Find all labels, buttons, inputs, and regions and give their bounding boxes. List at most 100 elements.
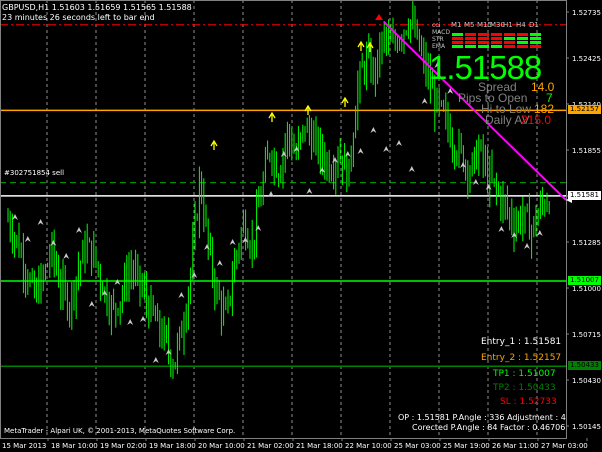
time-tick-label: 25 Mar 03:00 — [394, 442, 441, 450]
fractal-arrow-icon — [485, 184, 492, 190]
fractal-arrow-icon — [152, 357, 159, 363]
time-tick-label: 22 Mar 10:00 — [345, 442, 392, 450]
level-price-label: 1.51581 — [568, 190, 601, 200]
indicator-cell — [517, 33, 528, 36]
indicator-cell — [452, 41, 463, 44]
indicator-cell — [491, 33, 502, 36]
fractal-arrow-icon — [114, 279, 121, 285]
time-tick-label: 27 Mar 03:00 — [541, 442, 588, 450]
indicator-cell — [504, 41, 515, 44]
price-tick-label: 1.52425 — [572, 55, 601, 63]
fractal-arrow-icon — [280, 151, 287, 157]
tick-up-marker — [375, 14, 383, 20]
indicator-cell — [530, 37, 541, 40]
time-tick-label: 18 Mar 10:00 — [51, 442, 98, 450]
symbol-info-line: GBPUSD,H1 1.51603 1.51659 1.51565 1.5158… — [2, 3, 192, 12]
indicator-cell — [465, 41, 476, 44]
time-tick-label: 15 Mar 2013 — [2, 442, 46, 450]
indicator-cell — [478, 45, 489, 48]
copyright-label: MetaTrader - Alpari UK, © 2001-2013, Met… — [4, 427, 236, 435]
indicator-cell — [530, 33, 541, 36]
time-tick-label: 21 Mar 02:00 — [247, 442, 294, 450]
fractal-arrow-icon — [332, 157, 338, 163]
up-arrow-icon — [304, 104, 312, 115]
level-price-label: 1.50433 — [568, 361, 601, 371]
fractal-arrow-icon — [344, 151, 351, 157]
op-line: OP : 1.51581 P.Angle : 336 Adjustment : … — [398, 413, 566, 422]
fractal-arrow-icon — [127, 319, 134, 325]
indicator-cell — [465, 45, 476, 48]
time-axis: 15 Mar 2013 18 Mar 10:00 19 Mar 02:00 19 Ma… — [2, 438, 588, 450]
indicator-column-header: D1 — [529, 21, 539, 29]
indicator-column-header: M5 — [464, 21, 475, 29]
indicator-cell — [478, 37, 489, 40]
daily-av-value: 215.0 — [521, 113, 552, 127]
fractal-arrow-icon — [472, 179, 479, 185]
fractal-arrow-icon — [408, 166, 415, 172]
time-tick-label: 19 Mar 02:00 — [100, 442, 147, 450]
fractal-arrow-icon — [76, 227, 82, 233]
fractal-arrow-icon — [37, 219, 44, 225]
entry1-info: Entry_1 : 1.51581 — [481, 337, 562, 347]
indicator-cell — [478, 41, 489, 44]
indicator-cell — [517, 37, 528, 40]
price-tick-label: 1.51285 — [572, 239, 601, 247]
fractal-arrow-icon — [178, 292, 185, 298]
fractal-arrow-icon — [396, 140, 402, 146]
fractal-arrow-icon — [50, 240, 57, 246]
price-tick-label: 1.50430 — [572, 377, 601, 385]
indicator-cell — [491, 37, 502, 40]
level-price-label: 1.51007 — [568, 276, 601, 286]
up-arrow-icon — [341, 96, 349, 107]
fractal-arrow-icon — [370, 127, 377, 133]
indicator-cell — [465, 33, 476, 36]
up-arrow-icon — [366, 41, 374, 52]
price-tick-label: 1.51855 — [572, 147, 601, 155]
fractal-arrows — [12, 62, 543, 363]
fractal-arrow-icon — [204, 244, 210, 250]
indicator-cell — [465, 37, 476, 40]
level-price-label: 1.52157 — [568, 105, 601, 115]
time-tick-label: 19 Mar 18:00 — [149, 442, 196, 450]
up-arrow-icon — [268, 111, 276, 122]
fractal-arrow-icon — [536, 230, 543, 236]
up-arrow-icon — [210, 139, 218, 150]
time-tick-label: 25 Mar 19:00 — [443, 442, 490, 450]
indicator-cell — [530, 45, 541, 48]
indicator-cell — [517, 41, 528, 44]
indicator-cell — [491, 41, 502, 44]
indicator-column-header: M1 — [451, 21, 462, 29]
time-tick-label: 20 Mar 10:00 — [198, 442, 245, 450]
indicator-cell — [530, 41, 541, 44]
fractal-arrow-icon — [421, 98, 428, 104]
indicator-cell — [517, 45, 528, 48]
indicator-column-header: H1 — [503, 21, 513, 29]
bar-timer: 23 minutes 26 seconds left to bar end — [2, 13, 155, 22]
fractal-arrow-icon — [357, 148, 364, 154]
indicator-cell — [478, 33, 489, 36]
entry2-info: Entry_2 : 1.52157 — [481, 353, 562, 363]
time-tick-label: 26 Mar 11:00 — [492, 442, 539, 450]
fractal-arrow-icon — [63, 253, 70, 259]
price-tick-label: 1.52735 — [572, 9, 601, 17]
indicator-cell — [504, 33, 515, 36]
indicator-cell — [504, 45, 515, 48]
sl-info: SL : 1.52733 — [500, 397, 557, 407]
price-tick-label: 1.50145 — [572, 423, 601, 431]
up-arrow-icon — [357, 40, 365, 51]
order-label[interactable]: #302751854 sell — [4, 169, 64, 178]
time-tick-label: 21 Mar 18:00 — [296, 442, 343, 450]
indicator-cell — [452, 37, 463, 40]
indicator-grid — [452, 33, 541, 48]
tp1-info: TP1 : 1.51007 — [493, 369, 556, 379]
fractal-arrow-icon — [24, 236, 31, 242]
fractal-arrow-icon — [524, 243, 530, 249]
fractal-arrow-icon — [306, 188, 313, 194]
fractal-arrow-icon — [383, 146, 390, 152]
indicator-cell — [452, 33, 463, 36]
fractal-arrow-icon — [88, 301, 95, 307]
fractal-arrow-icon — [229, 239, 236, 245]
fractal-arrow-icon — [216, 260, 223, 266]
corrected-angle-line: Corected P.Angle : 84 Factor : 0.46706 — [412, 423, 566, 432]
indicator-cell — [491, 45, 502, 48]
